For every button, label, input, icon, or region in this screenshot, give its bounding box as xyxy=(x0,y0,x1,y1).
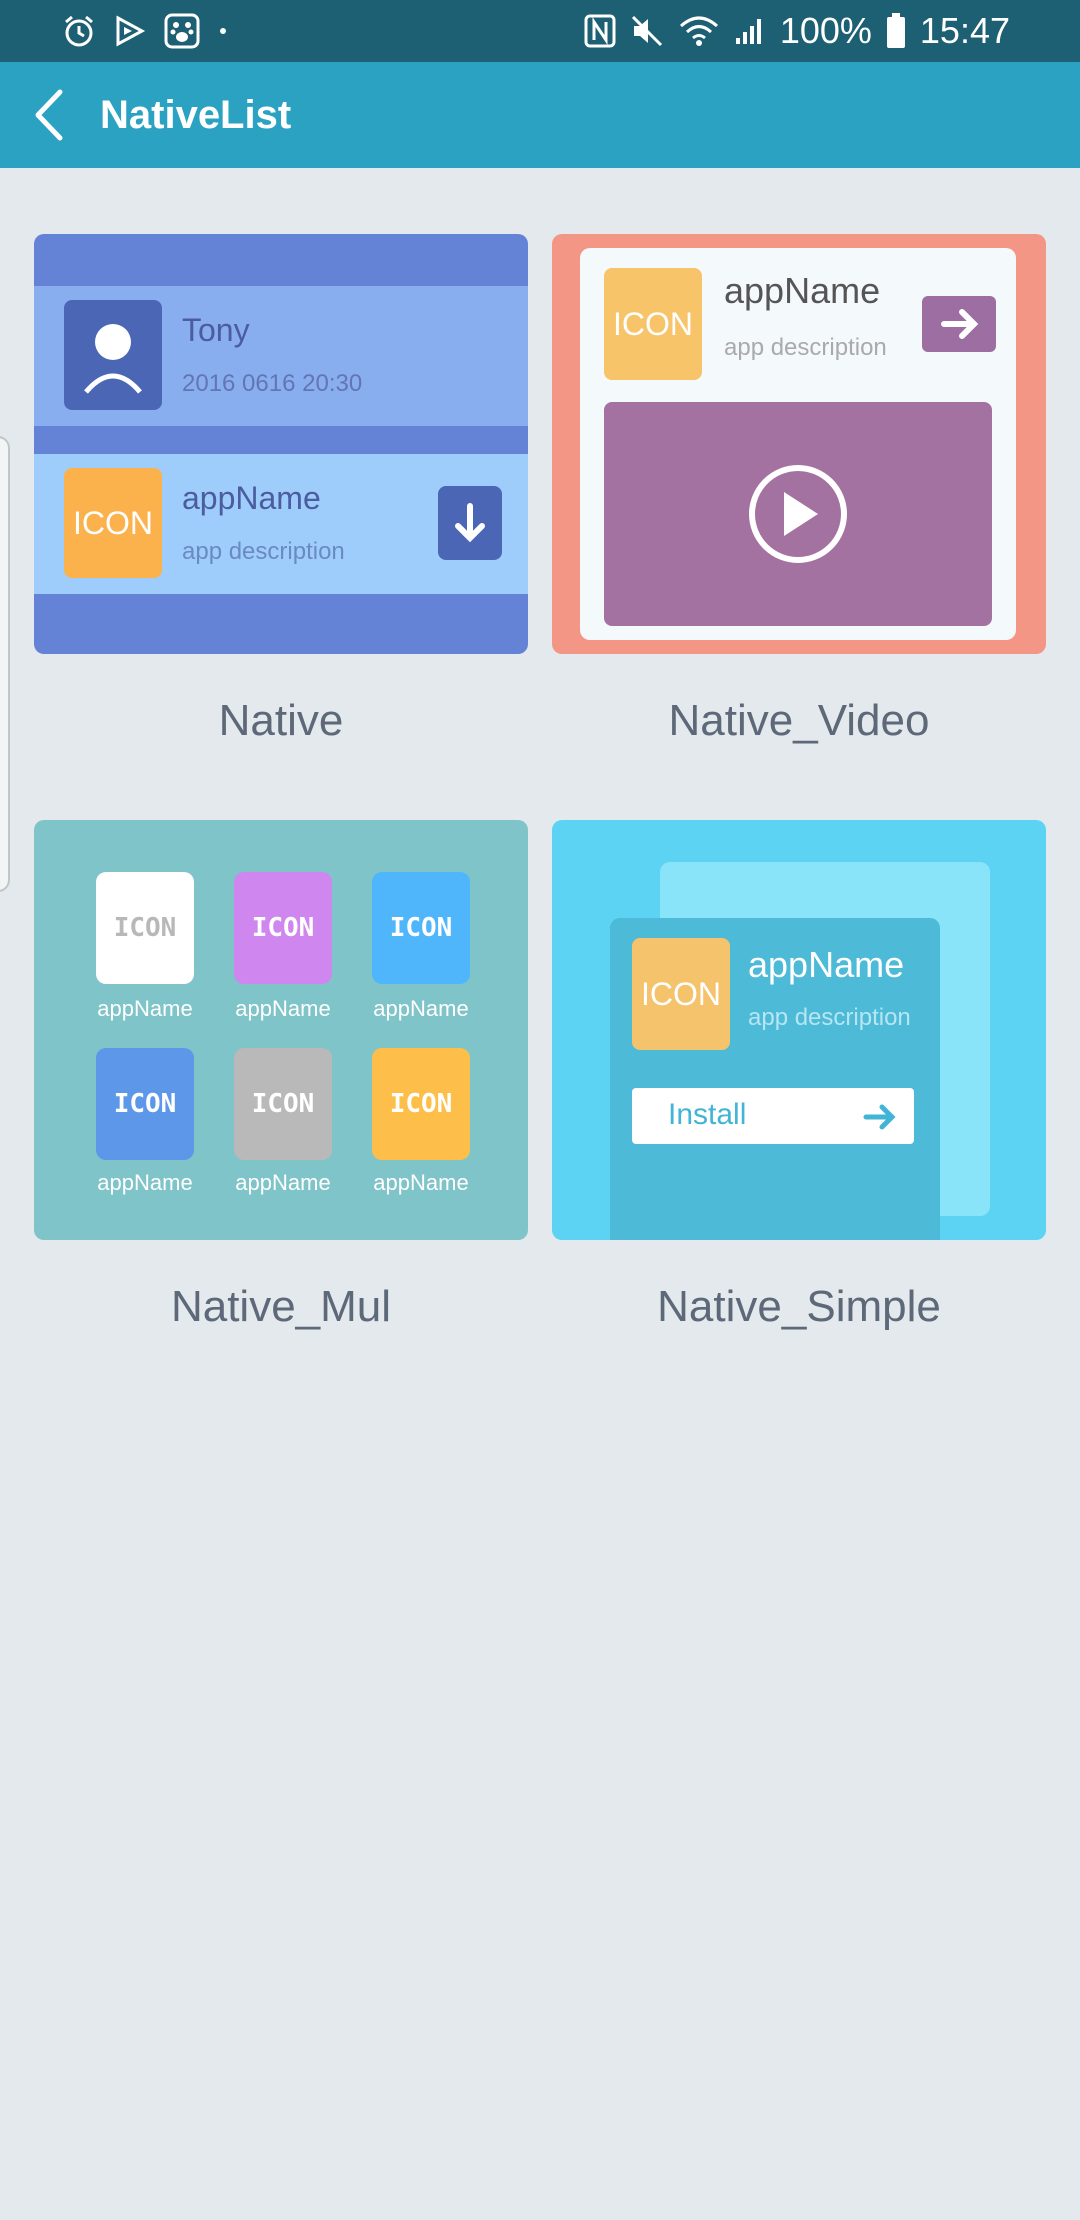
alarm-icon xyxy=(62,14,96,48)
video-thumbnail xyxy=(604,402,992,626)
grid-app-icon: ICON xyxy=(234,1048,332,1160)
download-button xyxy=(438,486,502,560)
app-name: appName xyxy=(724,270,881,311)
grid-app-icon: ICON xyxy=(96,872,194,984)
app-row: ICON appName app description xyxy=(34,454,528,594)
app-description: app description xyxy=(182,538,345,565)
grid-app-name: appName xyxy=(373,996,469,1021)
app-icon: ICON xyxy=(604,268,702,380)
app-name: appName xyxy=(182,480,321,516)
grid-app-name: appName xyxy=(235,1170,331,1195)
user-row: Tony 2016 0616 20:30 xyxy=(34,286,528,426)
nfc-icon xyxy=(584,14,616,48)
open-button xyxy=(922,296,996,352)
status-bar: 100% 15:47 xyxy=(0,0,1080,62)
app-icon: ICON xyxy=(64,468,162,578)
page-title: NativeList xyxy=(100,93,292,137)
dot-icon xyxy=(218,26,228,36)
grid-app-name: appName xyxy=(235,996,331,1021)
battery-percent: 100% xyxy=(779,10,872,51)
install-label: Install xyxy=(668,1098,747,1131)
arrow-right-icon xyxy=(941,309,979,339)
app-description: app description xyxy=(748,1004,911,1031)
video-panel: ICON appName app description xyxy=(580,248,1016,640)
grid-app-icon: ICON xyxy=(234,872,332,984)
back-button[interactable] xyxy=(30,88,80,142)
paw-icon xyxy=(164,13,200,49)
avatar xyxy=(64,300,162,410)
native-mul-label: Native_Mul xyxy=(170,1282,392,1331)
native-card[interactable]: Tony 2016 0616 20:30 ICON appName app de… xyxy=(34,234,528,654)
arrow-right-icon xyxy=(863,1104,896,1130)
grid-app-name: appName xyxy=(97,996,193,1021)
grid-app-name: appName xyxy=(373,1170,469,1195)
app-description: app description xyxy=(724,334,887,361)
navigation-icon xyxy=(114,15,146,47)
native-simple-card[interactable]: ICON appName app description Install xyxy=(552,820,1046,1240)
back-arrow-icon xyxy=(35,89,63,141)
grid-app-icon: ICON xyxy=(372,1048,470,1160)
download-icon xyxy=(455,503,485,543)
avatar-icon xyxy=(84,324,142,394)
grid-app-name: appName xyxy=(97,1170,193,1195)
mute-icon xyxy=(630,14,664,48)
install-button: Install xyxy=(632,1088,914,1144)
edge-panel-handle[interactable] xyxy=(0,436,10,892)
user-date: 2016 0616 20:30 xyxy=(182,370,363,397)
front-panel: ICON appName app description Install xyxy=(610,918,940,1240)
grid-app-icon: ICON xyxy=(372,872,470,984)
battery-icon xyxy=(886,13,906,49)
app-icon: ICON xyxy=(632,938,730,1050)
signal-icon xyxy=(734,16,766,46)
native-label: Native xyxy=(218,696,344,745)
app-name: appName xyxy=(748,944,905,985)
clock: 15:47 xyxy=(919,10,1010,51)
native-mul-card[interactable]: ICON ICON ICON appName appName appName I… xyxy=(34,820,528,1240)
wifi-icon xyxy=(678,14,720,48)
native-video-label: Native_Video xyxy=(668,696,930,745)
grid-app-icon: ICON xyxy=(96,1048,194,1160)
play-icon xyxy=(749,465,847,563)
app-bar: NativeList xyxy=(0,62,1080,168)
user-name: Tony xyxy=(182,312,250,348)
native-simple-label: Native_Simple xyxy=(657,1282,941,1331)
native-video-card[interactable]: ICON appName app description xyxy=(552,234,1046,654)
